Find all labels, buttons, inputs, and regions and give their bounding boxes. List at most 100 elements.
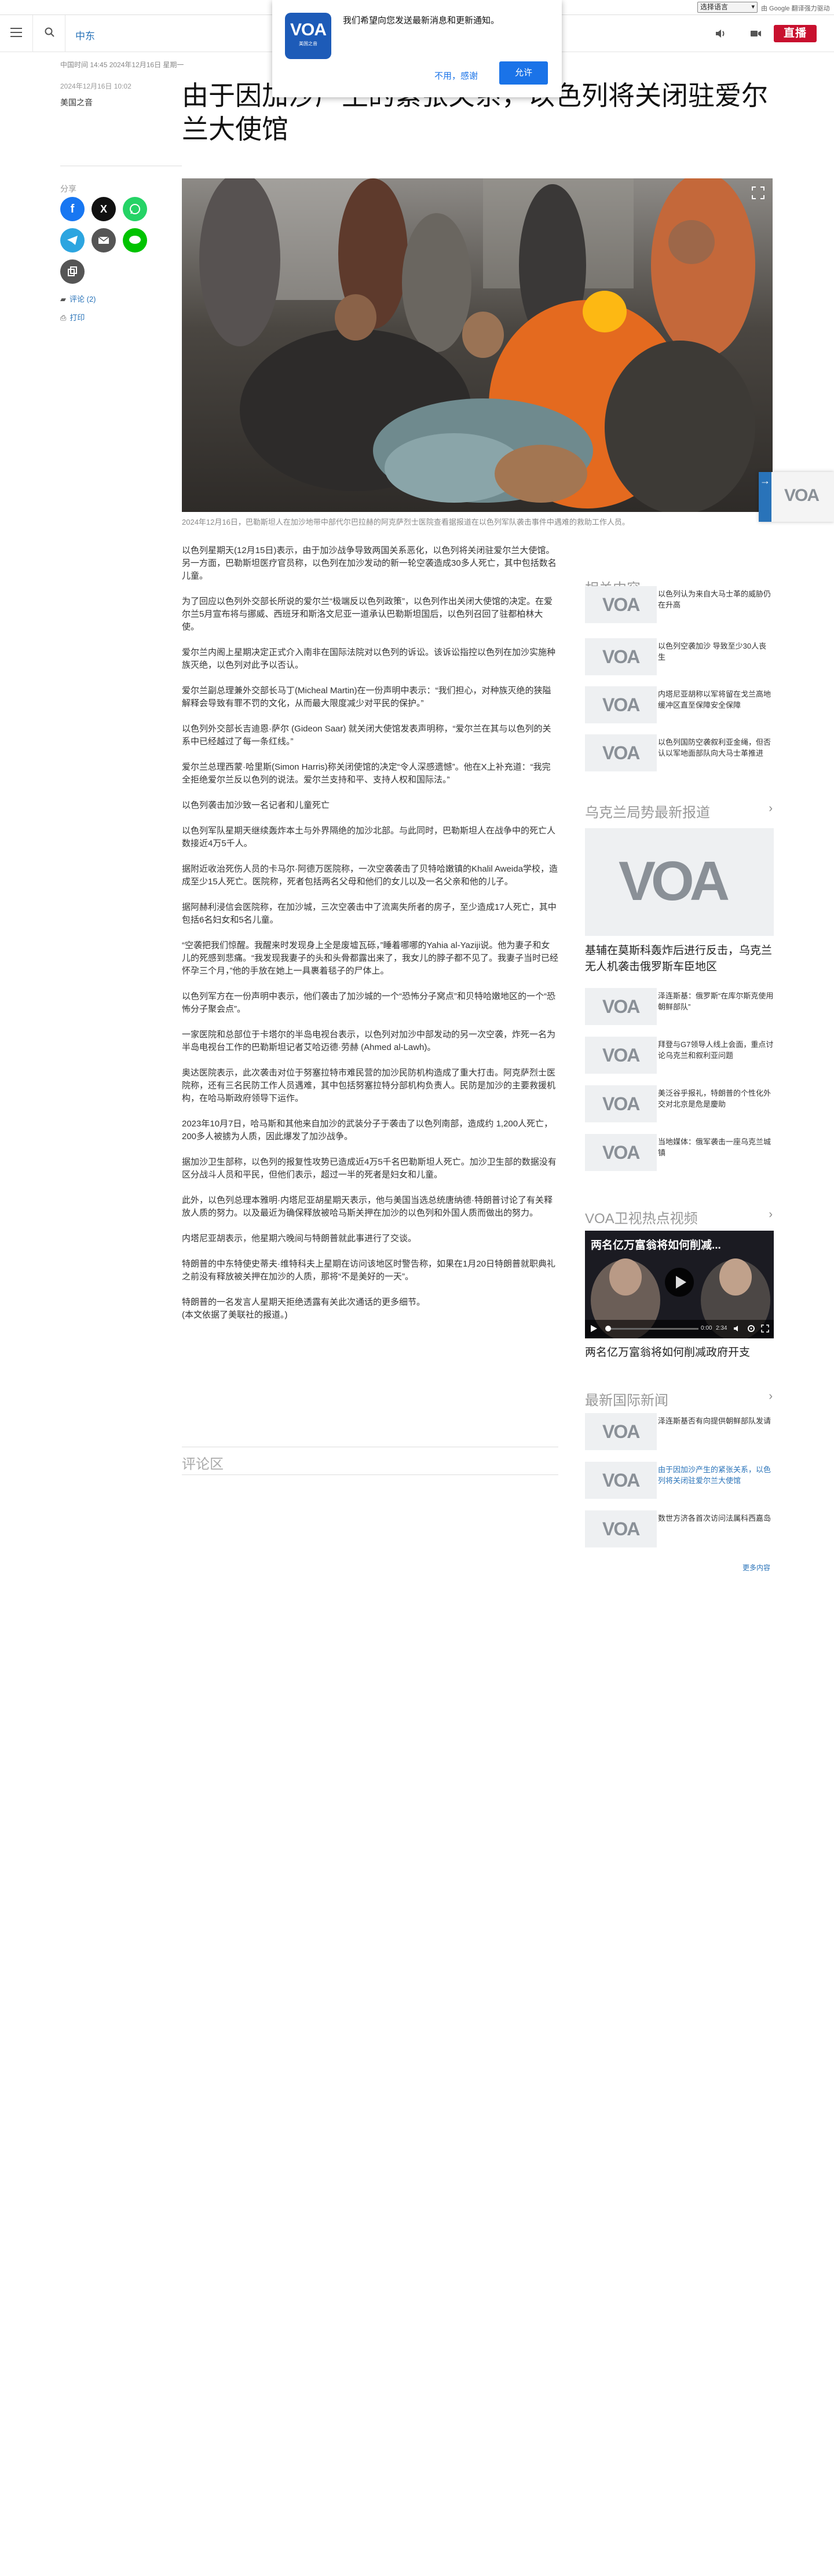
video-caption[interactable]: 两名亿万富翁将如何削减政府开支 (585, 1344, 750, 1359)
video-total-time: 2:34 (716, 1325, 727, 1331)
video-player[interactable]: 两名亿万富翁将如何削减... 0:00 2:34 (585, 1231, 774, 1338)
allow-button[interactable]: 允许 (499, 61, 548, 85)
ukraine-feature-thumbnail[interactable]: VOA (585, 828, 774, 936)
voa-logo: VOA (602, 1045, 640, 1066)
x-share-icon[interactable]: X (92, 197, 116, 221)
article-paragraph: 以色列外交部长吉迪恩·萨尔 (Gideon Saar) 就关闭大使馆发表声明称，… (182, 724, 551, 747)
article-date-line: 中国时间 14:45 2024年12月16日 星期一 (60, 61, 184, 69)
play-button[interactable] (665, 1268, 694, 1297)
list-item-thumbnail[interactable]: VOA (585, 1510, 657, 1547)
play-small-icon[interactable] (590, 1324, 598, 1333)
ukraine-heading[interactable]: 乌克兰局势最新报道 › (585, 801, 773, 821)
list-item-title[interactable]: 内塔尼亚胡称以军将留在戈兰高地缓冲区直至保障安全保障 (658, 689, 774, 711)
chevron-right-icon: › (769, 1390, 773, 1403)
live-button[interactable]: 直播 (774, 25, 817, 42)
volume-icon[interactable] (733, 1324, 741, 1333)
voa-logo: VOA (602, 1093, 640, 1114)
list-item-thumbnail[interactable]: VOA (585, 1462, 657, 1499)
language-select[interactable]: 选择语言 (697, 2, 758, 13)
list-item-thumbnail[interactable]: VOA (585, 686, 657, 723)
voa-logo: VOA (602, 1470, 640, 1491)
dialog-message: 我们希望向您发送最新消息和更新通知。 (343, 16, 500, 25)
list-item-thumbnail[interactable]: VOA (585, 1037, 657, 1074)
voa-logo: VOA 美国之音 (285, 13, 331, 59)
print-icon: ⎙ (60, 313, 67, 322)
print-link[interactable]: ⎙ 打印 (60, 312, 85, 323)
article-paragraph: 内塔尼亚胡表示，他星期六晚间与特朗普就此事进行了交谈。 (182, 1234, 417, 1243)
article-updated-date: 2024年12月16日 10:02 (60, 82, 131, 90)
list-item-thumbnail[interactable]: VOA (585, 1085, 657, 1122)
fullscreen-icon[interactable] (751, 185, 766, 200)
article-paragraph: 以色列军方在一份声明中表示，他们袭击了加沙城的一个“恐怖分子窝点”和贝特哈嫩地区… (182, 991, 555, 1014)
list-item-thumbnail[interactable]: VOA (585, 1413, 657, 1450)
search-icon[interactable] (44, 27, 56, 38)
hero-image[interactable] (182, 178, 773, 512)
image-caption: 2024年12月16日，巴勒斯坦人在加沙地带中部代尔巴拉赫的阿克萨烈士医院查看据… (182, 518, 630, 526)
list-item-title[interactable]: 以色列认为来自大马士革的威胁仍在升高 (658, 588, 774, 610)
video-overlay-title: 两名亿万富翁将如何削减... (591, 1239, 721, 1252)
more-link[interactable]: 更多内容 (742, 1563, 770, 1572)
fullscreen-icon[interactable] (761, 1324, 769, 1333)
list-item-title[interactable]: 数世方济各首次访问法属科西嘉岛 (658, 1513, 774, 1524)
arrow-right-icon[interactable]: → (759, 472, 771, 522)
floating-player-tab[interactable]: → VOA (759, 472, 834, 522)
voa-logo: VOA (602, 594, 640, 615)
list-item-thumbnail[interactable]: VOA (585, 734, 657, 771)
article-paragraph: 以色列袭击加沙致一名记者和儿童死亡 (182, 800, 330, 810)
list-item-thumbnail[interactable]: VOA (585, 988, 657, 1025)
intl-news-heading[interactable]: 最新国际新闻 › (585, 1389, 773, 1409)
facebook-share-icon[interactable]: f (60, 197, 85, 221)
article-paragraph: 据附近收治死伤人员的卡马尔·阿德万医院称，一次空袭袭击了贝特哈嫩镇的Khalil… (182, 864, 558, 887)
settings-icon[interactable] (747, 1324, 755, 1333)
article-paragraph: 特朗普的中东特使史蒂夫·维特科夫上星期在访问该地区时警告称，如果在1月20日特朗… (182, 1259, 556, 1282)
play-icon (676, 1276, 686, 1289)
menu-icon[interactable] (10, 28, 22, 37)
chevron-right-icon: › (769, 802, 773, 815)
list-item-thumbnail[interactable]: VOA (585, 1134, 657, 1171)
article-paragraph: 爱尔兰总理西蒙·哈里斯(Simon Harris)称关闭使馆的决定“令人深感遗憾… (182, 762, 551, 785)
ukraine-feature-title[interactable]: 基辅在莫斯科轰炸后进行反击，乌克兰无人机袭击俄罗斯车臣地区 (585, 943, 774, 975)
voa-logo: VOA (602, 1142, 640, 1163)
article-paragraph: 爱尔兰副总理兼外交部长马丁(Micheal Martin)在一份声明中表示：“我… (182, 686, 551, 708)
voa-logo: VOA (602, 1518, 640, 1539)
list-item-title[interactable]: 当地媒体：俄军袭击一座乌克兰城镇 (658, 1136, 774, 1158)
article-paragraph: 特朗普的一名发言人星期天拒绝透露有关此次通话的更多细节。 (本文依据了美联社的报… (182, 1297, 426, 1320)
video-heading[interactable]: VOA卫视热点视频 › (585, 1207, 773, 1227)
audio-icon[interactable] (715, 28, 727, 39)
article-paragraph: 为了回应以色列外交部长所说的爱尔兰“极端反以色列政策”，以色列作出关闭大使馆的决… (182, 597, 553, 632)
article-paragraph: “空袭把我们惊醒。我醒来时发现身上全是废墟瓦砾，”睡着哪哪的Yahia al-Y… (182, 941, 558, 976)
list-item-thumbnail[interactable]: VOA (585, 586, 657, 623)
comment-icon: ▰ (60, 295, 66, 303)
list-item-title[interactable]: 以色列空袭加沙 导致至少30人丧生 (658, 641, 774, 663)
video-icon[interactable] (749, 28, 762, 39)
section-link-middle-east[interactable]: 中东 (75, 28, 95, 42)
article-body: 以色列星期天(12月15日)表示，由于加沙战争导致两国关系恶化，以色列将关闭驻爱… (182, 544, 558, 1334)
article-paragraph: 此外，以色列总理本雅明·内塔尼亚胡星期天表示，他与美国当选总统唐纳德·特朗普讨论… (182, 1195, 553, 1218)
whatsapp-share-icon[interactable] (123, 197, 147, 221)
article-paragraph: 爱尔兰内阁上星期决定正式介入南非在国际法院对以色列的诉讼。该诉讼指控以色列在加沙… (182, 647, 556, 670)
list-item-title[interactable]: 美泛谷乎报礼，特朗普的个性化外交对北京是危是慶助 (658, 1088, 774, 1110)
article-paragraph: 一家医院和总部位于卡塔尔的半岛电视台表示，以色列对加沙中部发动的另一次空袭，炸死… (182, 1030, 556, 1052)
article-paragraph: 以色列军队星期天继续轰炸本土与外界隔绝的加沙北部。与此同时，巴勒斯坦人在战争中的… (182, 826, 556, 848)
list-item-title[interactable]: 泽连斯基否有向提供朝鲜部队发请 (658, 1415, 774, 1426)
list-item-title[interactable]: 以色列国防空袭叙利亚金绳，但否认以军地面部队向大马士革推进 (658, 737, 774, 759)
article-paragraph: 据加沙卫生部称，以色列的报复性攻势已造成近4万5千名巴勒斯坦人死亡。加沙卫生部的… (182, 1157, 557, 1180)
article-author[interactable]: 美国之音 (60, 97, 93, 108)
list-item-title[interactable]: 拜登与G7领导人线上会面，重点讨论乌克兰和叙利亚问题 (658, 1039, 774, 1061)
voa-logo: VOA (602, 646, 640, 667)
decline-button[interactable]: 不用，感谢 (429, 66, 484, 85)
copy-link-icon[interactable] (60, 259, 85, 284)
article-paragraph: 2023年10月7日，哈马斯和其他来自加沙的武装分子于袭击了以色列南部，造成约 … (182, 1119, 553, 1141)
share-label: 分享 (60, 184, 76, 193)
list-item-thumbnail[interactable]: VOA (585, 638, 657, 675)
email-share-icon[interactable] (92, 228, 116, 253)
comments-link[interactable]: ▰ 评论 (2) (60, 293, 96, 304)
voa-logo: VOA (784, 486, 820, 505)
voa-logo: VOA (602, 996, 640, 1017)
line-share-icon[interactable] (123, 228, 147, 253)
telegram-share-icon[interactable] (60, 228, 85, 253)
hero-photo (182, 178, 773, 512)
list-item-title[interactable]: 由于因加沙产生的紧张关系，以色列将关闭驻爱尔兰大使馆 (658, 1464, 774, 1486)
voa-logo: VOA (619, 850, 730, 912)
list-item-title[interactable]: 泽连斯基：俄罗斯“在库尔斯克使用朝鲜部队” (658, 990, 774, 1012)
